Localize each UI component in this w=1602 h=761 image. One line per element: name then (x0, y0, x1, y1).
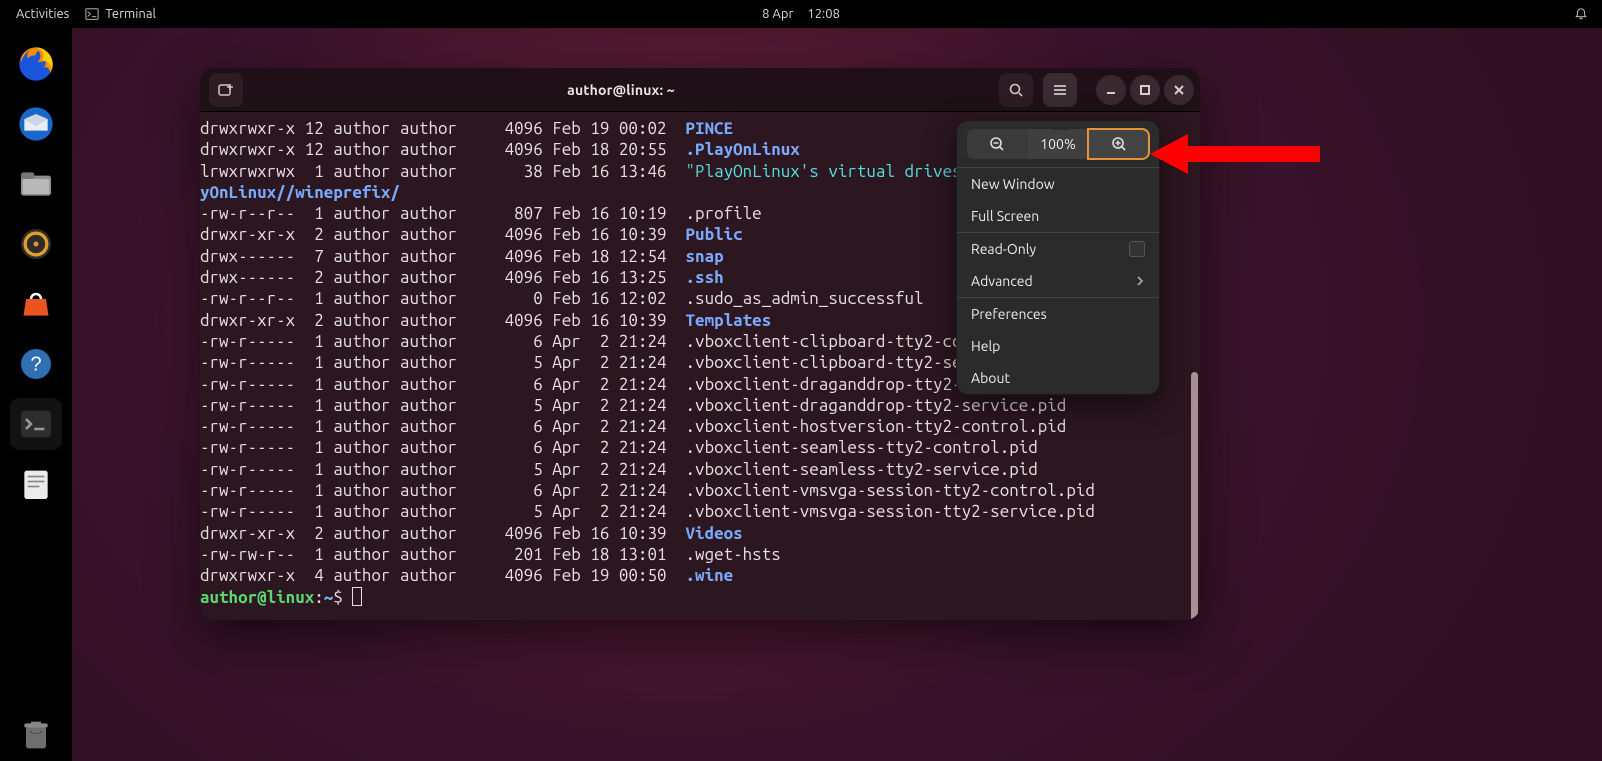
chevron-right-icon (1135, 276, 1145, 286)
minimize-button[interactable] (1096, 75, 1126, 105)
dock-software[interactable] (10, 278, 62, 330)
activities-button[interactable]: Activities (0, 7, 85, 21)
menu-new-window[interactable]: New Window (957, 168, 1159, 200)
menu-preferences[interactable]: Preferences (957, 298, 1159, 330)
dock-thunderbird[interactable] (10, 98, 62, 150)
menu-about[interactable]: About (957, 362, 1159, 394)
menu-read-only[interactable]: Read-Only (957, 233, 1159, 265)
window-title: author@linux: ~ (246, 82, 996, 98)
active-app-label: Terminal (105, 7, 156, 21)
scrollbar-thumb[interactable] (1191, 372, 1198, 620)
dock-firefox[interactable] (10, 38, 62, 90)
zoom-out-icon (989, 136, 1005, 152)
menu-full-screen[interactable]: Full Screen (957, 200, 1159, 232)
active-app-indicator[interactable]: Terminal (85, 7, 156, 21)
terminal-scrollbar[interactable] (1190, 112, 1198, 620)
svg-text:?: ? (30, 354, 41, 376)
read-only-checkbox[interactable] (1129, 241, 1145, 257)
zoom-row: 100% (957, 121, 1159, 167)
menu-advanced[interactable]: Advanced (957, 265, 1159, 297)
search-button[interactable] (999, 73, 1033, 107)
menu-help[interactable]: Help (957, 330, 1159, 362)
dock: ? (0, 28, 72, 761)
dock-rhythmbox[interactable] (10, 218, 62, 270)
dock-files[interactable] (10, 158, 62, 210)
zoom-in-icon (1111, 136, 1127, 152)
maximize-button[interactable] (1130, 75, 1160, 105)
zoom-out-button[interactable] (967, 129, 1028, 159)
dock-help[interactable]: ? (10, 338, 62, 390)
terminal-icon (85, 7, 99, 21)
notification-bell-icon[interactable] (1574, 7, 1588, 21)
clock-time[interactable]: 12:08 (807, 7, 840, 21)
annotation-arrow (1150, 130, 1320, 178)
clock-date[interactable]: 8 Apr (762, 7, 793, 21)
dock-terminal[interactable] (10, 398, 62, 450)
dock-texteditor[interactable] (10, 458, 62, 510)
zoom-in-button[interactable] (1088, 129, 1149, 159)
dock-trash[interactable] (10, 709, 62, 761)
hamburger-popover: 100% New Window Full Screen Read-Only Ad… (956, 120, 1160, 395)
close-button[interactable] (1164, 75, 1194, 105)
new-tab-button[interactable] (209, 73, 243, 107)
titlebar: author@linux: ~ (200, 68, 1200, 112)
hamburger-menu-button[interactable] (1043, 73, 1077, 107)
zoom-level-label: 100% (1028, 129, 1089, 159)
top-bar: Activities Terminal 8 Apr 12:08 (0, 0, 1602, 28)
